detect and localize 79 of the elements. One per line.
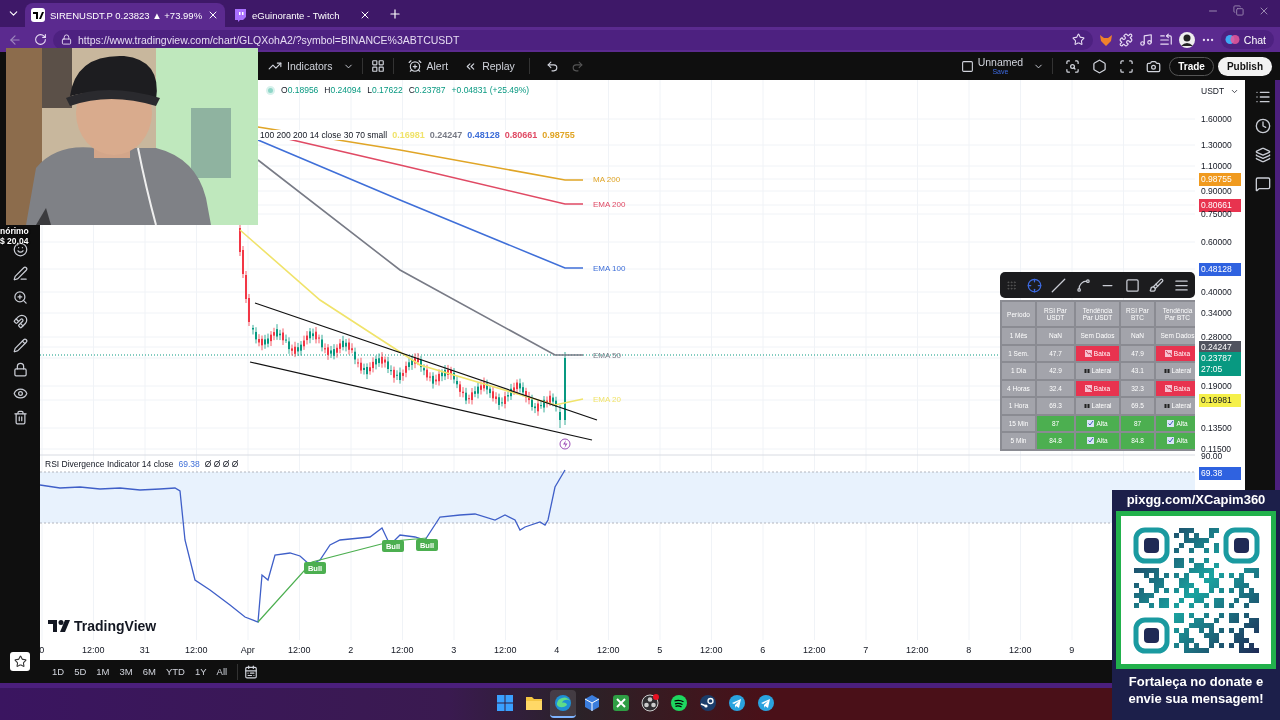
price-label: 0.19000 (1200, 380, 1233, 393)
donation-url: pixgg.com/XCapim360 (1126, 492, 1266, 507)
replay-button[interactable]: Replay (458, 56, 521, 76)
time-axis-label: 31 (138, 645, 151, 655)
time-axis-label: 12:00 (184, 645, 209, 655)
price-badge: 0.48128 (1199, 263, 1241, 276)
time-axis-label: Apr (239, 645, 256, 655)
line-label: EMA 20 (593, 395, 621, 404)
alert-button[interactable]: Alert (401, 56, 455, 76)
ohlc-value: O0.18956 (281, 85, 319, 95)
url-field[interactable]: https://www.tradingview.com/chart/GLQXohA2/?symbol=BINANCE%3ABTCUSDT (53, 29, 1093, 50)
time-axis-label: 12:00 (493, 645, 518, 655)
ohlc-value: C0.23787 (408, 85, 446, 95)
range-button[interactable]: All (212, 664, 232, 679)
price-label: 0.60000 (1200, 236, 1233, 249)
time-axis-label: 9 (1068, 645, 1076, 655)
layout-name[interactable]: Unnamed (977, 57, 1024, 68)
line-label: EMA 100 (593, 264, 626, 273)
time-axis-label: 12:00 (802, 645, 827, 655)
time-axis-label: 3 (450, 645, 458, 655)
time-axis-label: 12:00 (1008, 645, 1033, 655)
price-label: 0.40000 (1200, 286, 1233, 299)
time-axis-label: 2 (347, 645, 355, 655)
indicator-params: 100 200 200 14 close 30 70 small (260, 130, 388, 140)
ohlc-value: H0.24094 (324, 85, 362, 95)
range-button[interactable]: 3M (115, 664, 137, 679)
currency-select[interactable]: USDT (1201, 86, 1240, 96)
indicator-value: 69.38 (178, 459, 200, 469)
publish-button[interactable]: Publish (1217, 56, 1272, 76)
price-label: 0.13500 (1200, 422, 1233, 435)
indicator-value: 0.98755 (542, 130, 575, 140)
indicator-value: 0.24247 (429, 130, 463, 140)
time-axis-label: 12:00 (81, 645, 106, 655)
indicator-value: 0.80661 (504, 130, 538, 140)
indicator-value: 0.48128 (467, 130, 500, 140)
range-button[interactable]: 5D (70, 664, 91, 679)
browser-tab[interactable]: SIRENUSDT.P 0.23823 ▲ +73.99% (25, 3, 226, 27)
price-label: 0.34000 (1200, 307, 1233, 320)
price-change: +0.04831 (+25.49%) (451, 85, 530, 95)
price-badge: 0.80661 (1199, 199, 1241, 212)
overlay-text: nórimo (0, 226, 29, 236)
indicator-title: RSI Divergence Indicator 14 close (45, 459, 174, 469)
time-axis-label: 7 (862, 645, 870, 655)
chat-button[interactable]: Chat (1220, 30, 1274, 49)
range-button[interactable]: 1M (92, 664, 114, 679)
time-axis-label: 5 (656, 645, 664, 655)
range-button[interactable]: 1D (48, 664, 69, 679)
range-button[interactable]: YTD (161, 664, 189, 679)
price-badge: 0.23787 27:05 (1199, 352, 1241, 376)
price-label: 1.60000 (1200, 113, 1233, 126)
ohlc-value: L0.17622 (367, 85, 403, 95)
time-axis-label: 6 (759, 645, 767, 655)
line-label: EMA 50 (593, 351, 621, 360)
time-axis-label: 12:00 (287, 645, 312, 655)
time-axis-label: 12:00 (699, 645, 724, 655)
price-badge: 0.16981 (1199, 394, 1241, 407)
time-axis-label: 12:00 (390, 645, 415, 655)
indicator-value: 0.16981 (392, 130, 425, 140)
time-axis-label: 4 (553, 645, 561, 655)
time-axis-label: 0 (40, 645, 46, 655)
indicator-flags: Ø Ø Ø Ø (204, 459, 239, 469)
indicators-button[interactable]: Indicators (262, 56, 339, 76)
price-label: 0.90000 (1200, 185, 1233, 198)
range-button[interactable]: 1Y (190, 664, 211, 679)
price-badge: 69.38 (1199, 467, 1241, 480)
time-axis-label: 8 (965, 645, 973, 655)
range-button[interactable]: 6M (138, 664, 160, 679)
overlay-text: $ 20,04 (0, 236, 29, 246)
price-label: 1.10000 (1200, 160, 1233, 173)
browser-tab[interactable]: eGuinorante - Twitch (227, 3, 378, 27)
price-label: 0.28000 (1200, 331, 1233, 344)
brand-name: TradingView (74, 618, 157, 634)
donation-message: Fortaleça no donate e envie sua mensagem! (1127, 673, 1265, 707)
price-badge: 0.98755 (1199, 173, 1241, 186)
price-label: 1.30000 (1200, 139, 1233, 152)
time-axis-label: 12:00 (905, 645, 930, 655)
time-axis-label: 12:00 (596, 645, 621, 655)
line-label: EMA 200 (593, 200, 626, 209)
line-label: MA 200 (593, 175, 621, 184)
